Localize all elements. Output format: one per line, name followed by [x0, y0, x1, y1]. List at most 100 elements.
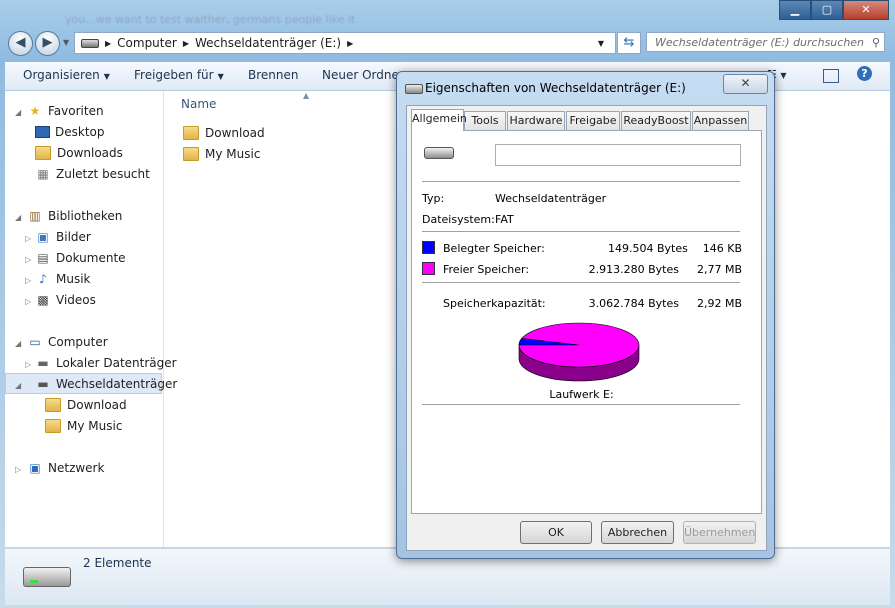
- file-item-mymusic[interactable]: My Music: [183, 147, 260, 161]
- videos-icon: ▩: [37, 293, 49, 307]
- new-folder-button[interactable]: Neuer Ordner: [322, 68, 404, 82]
- tab-sharing[interactable]: Freigabe: [566, 111, 620, 130]
- free-space-color-swatch: [422, 262, 435, 275]
- nav-subfolder-download[interactable]: Download: [45, 398, 127, 412]
- nav-removable-drive[interactable]: ▬ Wechseldatenträger: [35, 377, 177, 391]
- nav-downloads[interactable]: Downloads: [35, 146, 123, 160]
- nav-music[interactable]: ♪ Musik: [35, 272, 90, 286]
- tab-general[interactable]: Allgemein: [411, 109, 467, 131]
- column-header-name[interactable]: Name: [181, 97, 216, 111]
- collapse-icon[interactable]: ◢: [15, 381, 21, 390]
- collapse-icon[interactable]: ◢: [15, 339, 21, 348]
- chevron-right-icon: ▶: [182, 38, 189, 48]
- nav-computer[interactable]: ▭ Computer: [27, 335, 108, 349]
- organize-button[interactable]: Organisieren ▼: [23, 68, 110, 82]
- close-button[interactable]: ✕: [843, 0, 889, 20]
- refresh-button[interactable]: ⇆: [617, 32, 641, 54]
- cancel-button[interactable]: Abbrechen: [601, 521, 674, 544]
- drive-name-input[interactable]: [495, 144, 741, 166]
- type-label: Typ:: [422, 192, 445, 205]
- expand-icon[interactable]: ▷: [25, 255, 31, 264]
- nav-label: Dokumente: [56, 251, 126, 265]
- nav-desktop[interactable]: Desktop: [35, 125, 105, 139]
- item-count: 2 Elemente: [83, 556, 152, 570]
- expand-icon[interactable]: ▷: [25, 276, 31, 285]
- local-disk-icon: ▬: [37, 356, 49, 370]
- file-name: Download: [205, 126, 265, 140]
- preview-pane-icon[interactable]: [823, 69, 839, 83]
- divider: [422, 181, 740, 182]
- tab-readyboost[interactable]: ReadyBoost: [621, 111, 691, 130]
- divider: [422, 282, 740, 283]
- search-icon: ⚲: [871, 36, 880, 49]
- dialog-title: Eigenschaften von Wechseldatenträger (E:…: [425, 81, 686, 95]
- nav-recent[interactable]: ▦ Zuletzt besucht: [35, 167, 150, 181]
- breadcrumb-removable[interactable]: Wechseldatenträger (E:): [195, 36, 341, 50]
- ok-button[interactable]: OK: [520, 521, 592, 544]
- share-button[interactable]: Freigeben für ▼: [134, 68, 224, 82]
- nav-videos[interactable]: ▩ Videos: [35, 293, 96, 307]
- navigation-pane: ◢ ★ Favoriten Desktop Downloads ▦ Zuletzt …: [5, 91, 177, 547]
- nav-label: Favoriten: [48, 104, 104, 118]
- used-space-color-swatch: [422, 241, 435, 254]
- chevron-right-icon: ▶: [105, 38, 112, 48]
- nav-subfolder-mymusic[interactable]: My Music: [45, 419, 122, 433]
- nav-label: Download: [67, 398, 127, 412]
- tab-customize[interactable]: Anpassen: [692, 111, 749, 130]
- free-space-label: Freier Speicher:: [443, 263, 530, 276]
- nav-label: Lokaler Datenträger: [56, 356, 177, 370]
- nav-favorites[interactable]: ★ Favoriten: [27, 104, 104, 118]
- expand-icon[interactable]: ▷: [15, 465, 21, 474]
- nav-network[interactable]: ▣ Netzwerk: [27, 461, 104, 475]
- nav-label: Bibliotheken: [48, 209, 123, 223]
- nav-libraries[interactable]: ▥ Bibliotheken: [27, 209, 122, 223]
- nav-documents[interactable]: ▤ Dokumente: [35, 251, 126, 265]
- filesystem-label: Dateisystem:: [422, 213, 495, 226]
- close-icon: ✕: [740, 76, 751, 90]
- capacity-label: Speicherkapazität:: [443, 297, 546, 310]
- tab-hardware[interactable]: Hardware: [507, 111, 565, 130]
- star-icon: ★: [29, 104, 41, 118]
- minimize-button[interactable]: ▁: [779, 0, 811, 20]
- forward-arrow-icon: ▶: [42, 35, 53, 50]
- forward-button[interactable]: ▶: [35, 31, 60, 56]
- tab-tools[interactable]: Tools: [464, 111, 506, 130]
- expand-icon[interactable]: ▷: [25, 297, 31, 306]
- breadcrumb-computer[interactable]: Computer: [117, 36, 177, 50]
- chevron-down-icon: ▼: [103, 72, 110, 81]
- nav-label: Computer: [48, 335, 108, 349]
- recent-places-icon: ▦: [37, 167, 49, 181]
- removable-drive-icon: ▬: [37, 377, 49, 391]
- apply-button[interactable]: Übernehmen: [683, 521, 756, 544]
- maximize-button[interactable]: ▢: [811, 0, 843, 20]
- chevron-down-icon: ▼: [217, 72, 224, 81]
- burn-button[interactable]: Brennen: [248, 68, 298, 82]
- file-item-download[interactable]: Download: [183, 126, 265, 140]
- search-input[interactable]: Wechseldatenträger (E:) durchsuchen ⚲: [646, 32, 885, 52]
- folder-icon: [45, 398, 61, 412]
- used-space-bytes: 149.504 Bytes: [608, 242, 688, 255]
- window-controls: ▁ ▢ ✕: [779, 0, 889, 20]
- address-dropdown-icon[interactable]: ▼: [598, 39, 604, 48]
- nav-pictures[interactable]: ▣ Bilder: [35, 230, 91, 244]
- search-placeholder: Wechseldatenträger (E:) durchsuchen: [655, 36, 865, 49]
- general-tab-panel: Typ: Wechseldatenträger Dateisystem: FAT…: [411, 130, 762, 514]
- expand-icon[interactable]: ▷: [25, 234, 31, 243]
- collapse-icon[interactable]: ◢: [15, 108, 21, 117]
- folder-icon: [183, 147, 199, 161]
- dialog-close-button[interactable]: ✕: [723, 74, 768, 94]
- nav-local-disk[interactable]: ▬ Lokaler Datenträger: [35, 356, 177, 370]
- downloads-folder-icon: [35, 146, 51, 160]
- chevron-right-icon: ▶: [347, 38, 354, 48]
- drive-icon: [405, 84, 423, 94]
- divider: [422, 404, 740, 405]
- used-space-label: Belegter Speicher:: [443, 242, 545, 255]
- back-button[interactable]: ◀: [8, 31, 33, 56]
- history-dropdown-icon[interactable]: ▼: [63, 38, 69, 47]
- help-icon[interactable]: ?: [857, 66, 872, 81]
- folder-icon: [183, 126, 199, 140]
- expand-icon[interactable]: ▷: [25, 360, 31, 369]
- folder-icon: [45, 419, 61, 433]
- address-bar[interactable]: ▶ Computer ▶ Wechseldatenträger (E:) ▶ ▼: [74, 32, 616, 54]
- collapse-icon[interactable]: ◢: [15, 213, 21, 222]
